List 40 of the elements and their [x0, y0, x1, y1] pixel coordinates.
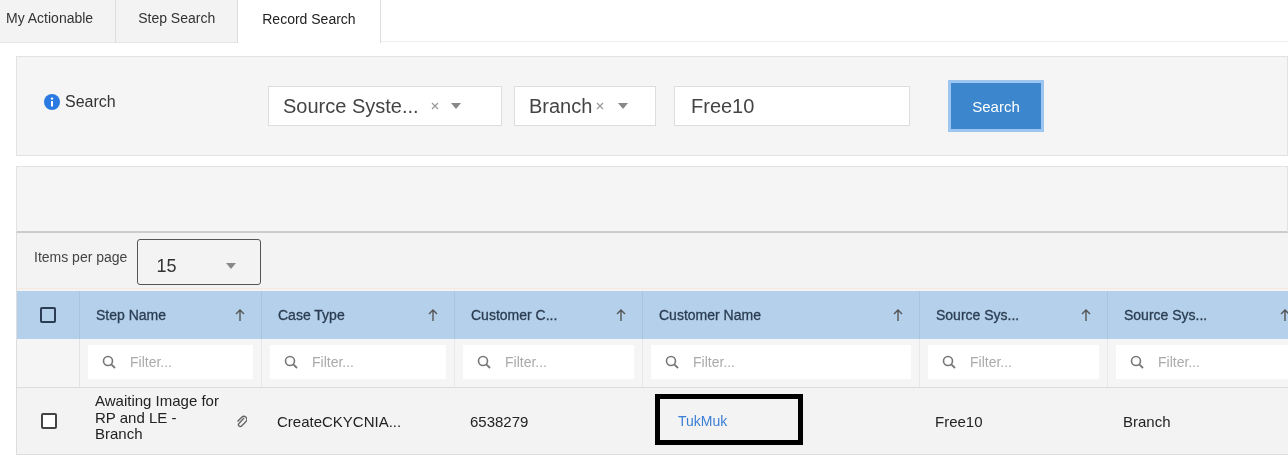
sort-arrow-icon	[235, 309, 245, 321]
caret-icon	[450, 103, 461, 109]
sort-arrow-icon	[1081, 309, 1091, 321]
checkbox[interactable]	[40, 413, 57, 429]
text-field[interactable]: Free10	[674, 86, 910, 126]
paperclip-icon	[235, 414, 247, 428]
table-cell-text: Branch	[1123, 412, 1171, 430]
column-header[interactable]: Step Name	[96, 307, 167, 323]
search-icon	[942, 355, 956, 369]
select-field[interactable]: Source Syste...	[268, 86, 502, 126]
search-icon	[284, 355, 298, 369]
checkbox[interactable]	[40, 307, 56, 323]
select-field[interactable]: Branch	[514, 86, 656, 126]
search-icon	[665, 355, 679, 369]
sort-arrow-icon	[616, 309, 626, 321]
caret-icon	[618, 103, 629, 109]
table-cell-text: Free10	[935, 412, 983, 430]
search-button[interactable]: Search	[948, 80, 1044, 132]
caret-icon	[226, 263, 237, 269]
tab[interactable]: Step Search	[116, 0, 239, 43]
column-header[interactable]: Customer Name	[659, 307, 761, 323]
sort-arrow-icon	[893, 309, 903, 321]
column-header[interactable]: Customer C...	[471, 307, 558, 323]
table-cell-text: CreateCKYCNIA...	[277, 412, 402, 430]
column-header[interactable]: Source Sys...	[936, 307, 1020, 323]
table-cell-text: Awaiting Image for RP and LE - Branch	[95, 393, 220, 443]
search-icon	[1130, 355, 1144, 369]
column-header[interactable]: Source Sys...	[1124, 307, 1208, 323]
table-cell-text: 6538279	[470, 412, 529, 430]
customer-link[interactable]: TukMuk	[678, 413, 728, 429]
search-icon	[102, 355, 116, 369]
info-icon	[44, 94, 60, 110]
search-icon	[477, 355, 491, 369]
column-header[interactable]: Case Type	[278, 307, 345, 323]
sort-arrow-icon	[428, 309, 438, 321]
sort-arrow-icon	[1280, 309, 1288, 321]
items-per-page-label: Items per page	[34, 249, 128, 265]
search-label: Search	[65, 93, 116, 111]
page-size-select[interactable]: 15	[137, 239, 262, 285]
tab[interactable]: My Actionable	[0, 0, 117, 43]
